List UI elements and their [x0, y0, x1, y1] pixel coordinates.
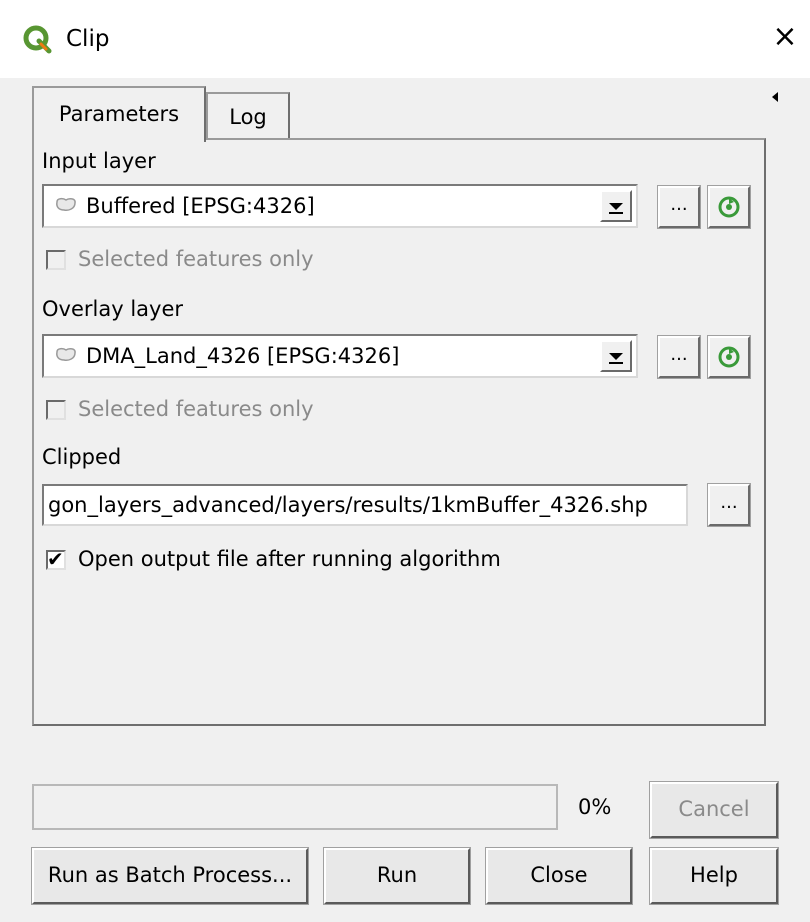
cancel-button[interactable]: Cancel — [649, 781, 779, 839]
input-layer-iterate-button[interactable] — [707, 185, 751, 229]
input-layer-label: Input layer — [42, 149, 156, 173]
overlay-layer-iterate-button[interactable] — [707, 335, 751, 379]
dropdown-arrow-icon — [609, 203, 623, 210]
collapse-panel-icon[interactable] — [772, 92, 778, 102]
run-button[interactable]: Run — [323, 847, 471, 905]
progress-percent: 0% — [578, 795, 612, 819]
overlay-layer-combo[interactable]: DMA_Land_4326 [EPSG:4326] — [42, 334, 638, 378]
dropdown-arrow-icon — [609, 353, 623, 360]
help-button[interactable]: Help — [649, 847, 779, 905]
clipped-output-path-field[interactable]: gon_layers_advanced/layers/results/1kmBu… — [42, 484, 688, 526]
parameters-panel: Input layer Buffered [EPSG:4326] ... Sel… — [32, 138, 766, 726]
input-selected-only-label: Selected features only — [78, 247, 314, 271]
close-button[interactable]: Close — [485, 847, 633, 905]
input-layer-browse-button[interactable]: ... — [657, 185, 701, 229]
overlay-layer-dropdown-button[interactable] — [600, 340, 632, 372]
progress-bar — [32, 784, 558, 830]
overlay-selected-only-checkbox[interactable] — [46, 400, 66, 420]
overlay-layer-label: Overlay layer — [42, 297, 184, 321]
clipped-output-label: Clipped — [42, 445, 122, 469]
overlay-layer-value: DMA_Land_4326 [EPSG:4326] — [86, 344, 400, 368]
input-layer-combo[interactable]: Buffered [EPSG:4326] — [42, 184, 638, 228]
open-output-label: Open output file after running algorithm — [78, 547, 501, 571]
run-as-batch-button[interactable]: Run as Batch Process... — [31, 847, 309, 905]
window-title: Clip — [66, 26, 110, 52]
tab-log[interactable]: Log — [206, 92, 290, 140]
open-output-checkbox[interactable]: ✔ — [46, 547, 66, 571]
iterate-over-features-icon — [718, 196, 740, 218]
polygon-layer-icon — [56, 347, 76, 361]
qgis-logo-icon — [23, 25, 52, 54]
input-layer-value: Buffered [EPSG:4326] — [86, 194, 315, 218]
overlay-selected-only-label: Selected features only — [78, 397, 314, 421]
tab-parameters[interactable]: Parameters — [32, 86, 206, 142]
input-selected-only-checkbox[interactable] — [46, 250, 66, 270]
close-window-icon[interactable]: × — [770, 20, 800, 54]
iterate-over-features-icon — [718, 346, 740, 368]
overlay-layer-browse-button[interactable]: ... — [657, 335, 701, 379]
clipped-output-browse-button[interactable]: ... — [707, 483, 751, 527]
polygon-layer-icon — [56, 197, 76, 211]
title-bar: Clip × — [0, 0, 810, 78]
checkmark-icon: ✔ — [47, 547, 64, 571]
input-layer-dropdown-button[interactable] — [600, 190, 632, 222]
